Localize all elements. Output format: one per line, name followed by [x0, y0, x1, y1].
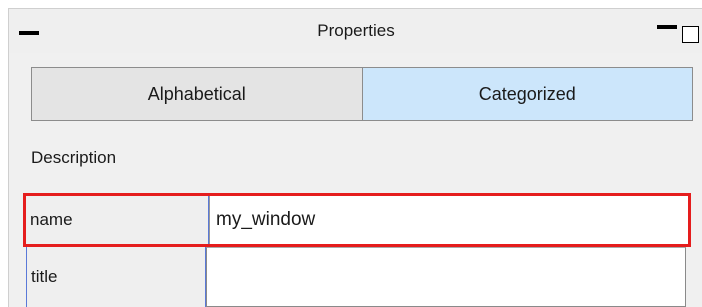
property-row-name[interactable]: name my_window [23, 193, 691, 247]
maximize-icon[interactable] [682, 26, 699, 43]
property-row-title[interactable]: title [23, 247, 691, 307]
minimize-icon[interactable] [657, 25, 677, 29]
property-value-field[interactable] [206, 247, 686, 307]
properties-panel: Properties Alphabetical Categorized Desc… [0, 0, 702, 307]
title-bar: Properties [9, 9, 702, 53]
property-value-field[interactable]: my_window [209, 196, 688, 244]
properties-window: Properties Alphabetical Categorized Desc… [8, 8, 702, 307]
category-header-description: Description [31, 148, 117, 167]
tab-alphabetical[interactable]: Alphabetical [32, 68, 363, 120]
window-title: Properties [317, 21, 395, 40]
sort-tabs: Alphabetical Categorized [31, 67, 693, 121]
property-name-label: title [26, 247, 206, 307]
property-name-label: name [26, 196, 209, 244]
tab-categorized[interactable]: Categorized [362, 68, 692, 120]
